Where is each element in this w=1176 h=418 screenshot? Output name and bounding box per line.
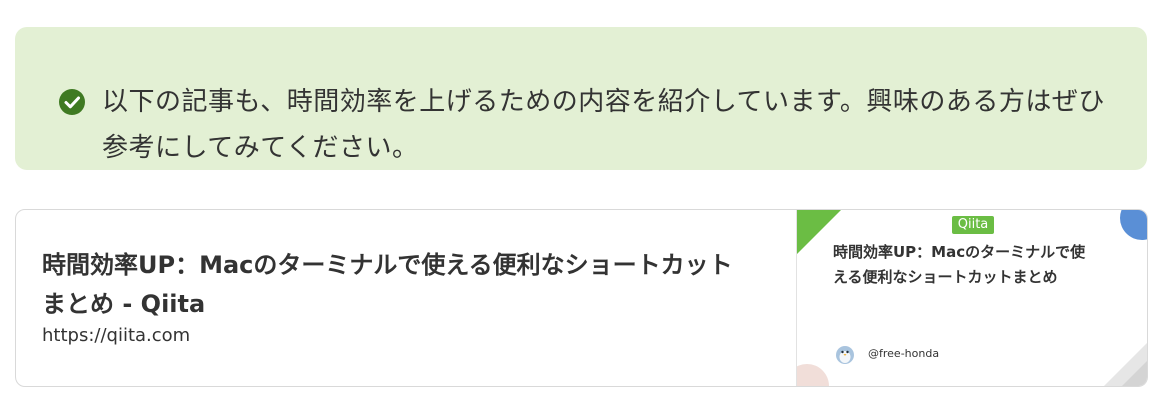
info-callout: 以下の記事も、時間効率を上げるための内容を紹介しています。興味のある方はぜひ 参… (15, 27, 1147, 170)
page: 以下の記事も、時間効率を上げるための内容を紹介しています。興味のある方はぜひ 参… (0, 0, 1176, 418)
check-circle-icon (59, 89, 85, 115)
link-card-title-line-2[interactable]: まとめ - Qiita (42, 285, 782, 324)
gray-corner-triangle (1104, 343, 1147, 386)
callout-line-1: 以下の記事も、時間効率を上げるための内容を紹介しています。興味のある方はぜひ (102, 87, 1105, 117)
thumbnail-title-line-2: える便利なショートカットまとめ (833, 268, 1058, 286)
thumbnail-author: @free-honda (868, 347, 940, 360)
blue-corner-circle (1120, 210, 1147, 240)
qiita-badge: Qiita (952, 216, 994, 234)
link-card-title[interactable]: 時間効率UP：Macのターミナルで使える便利なショートカット まとめ - Qii… (42, 246, 782, 324)
link-card-body[interactable]: 時間効率UP：Macのターミナルで使える便利なショートカット まとめ - Qii… (16, 210, 796, 386)
thumbnail-title-line-1: 時間効率UP：Macのターミナルで使 (833, 243, 1086, 261)
callout-line-2: 参考にしてみてください。 (102, 133, 419, 163)
link-card[interactable]: 時間効率UP：Macのターミナルで使える便利なショートカット まとめ - Qii… (15, 209, 1148, 387)
callout-text: 以下の記事も、時間効率を上げるための内容を紹介しています。興味のある方はぜひ 参… (102, 79, 1142, 171)
thumbnail-title: 時間効率UP：Macのターミナルで使 える便利なショートカットまとめ (833, 240, 1133, 290)
link-card-thumbnail[interactable]: Qiita 時間効率UP：Macのターミナルで使 える便利なショートカットまとめ… (796, 210, 1147, 386)
penguin-avatar-icon (836, 346, 854, 364)
link-card-url[interactable]: https://qiita.com (42, 325, 190, 346)
pink-corner-circle (797, 364, 829, 386)
link-card-title-line-1[interactable]: 時間効率UP：Macのターミナルで使える便利なショートカット (42, 246, 782, 285)
